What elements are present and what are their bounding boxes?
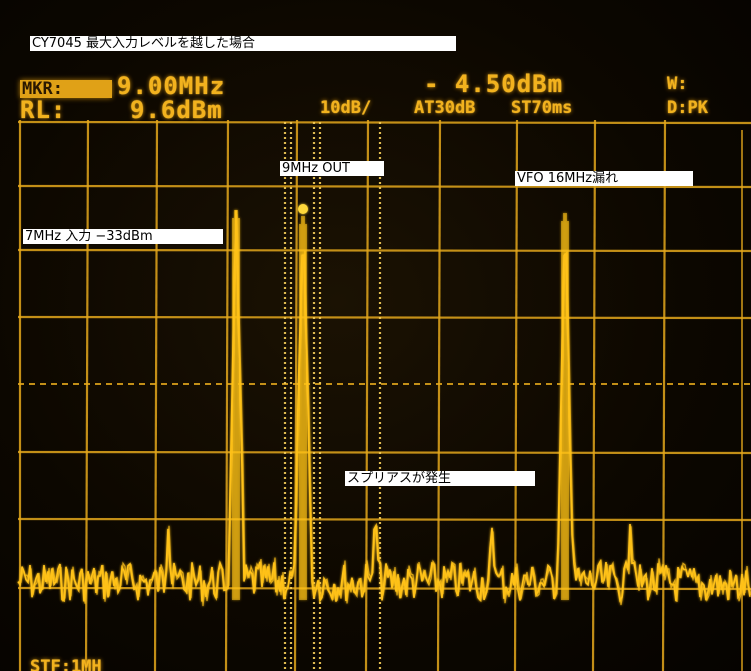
graticule-hline: [17, 450, 751, 455]
graticule-hline: [17, 315, 751, 320]
detector-mode: D:PK: [667, 98, 708, 118]
ref-label: RL:: [20, 96, 67, 124]
scale-per-div: 10dB/: [320, 98, 372, 118]
spectrum-trace: [17, 210, 751, 604]
marker-dot: [298, 204, 308, 214]
marker-level: - 4.50dBm: [424, 70, 564, 98]
spurious-annotation: スプリアスが発生: [345, 471, 535, 486]
input-annotation: 7MHz 入力 −33dBm: [23, 229, 223, 244]
trace-layer: [17, 204, 751, 607]
graticule-hline: [17, 120, 751, 125]
bottom-readout: STF:1MH: [30, 657, 102, 671]
output-annotation: 9MHz OUT: [280, 161, 384, 176]
spectrum-trace-echo: [18, 214, 751, 607]
graticule-hline: [17, 517, 751, 522]
vfo-leak-annotation: VFO 16MHz漏れ: [515, 171, 693, 186]
analyzer-screen: [17, 119, 751, 671]
graticule-hline: [17, 184, 751, 189]
sweep-time: ST70ms: [511, 98, 573, 118]
spectrum-analyzer-photo: CY7045 最大入力レベルを越した場合 MKR: 9.00MHz - 4.50…: [0, 0, 751, 671]
graticule-hline: [17, 248, 751, 253]
ref-level: 9.6dBm: [130, 96, 223, 124]
attenuation: AT30dB: [414, 98, 476, 118]
photo-caption: CY7045 最大入力レベルを越した場合: [30, 36, 456, 51]
w-label: W:: [667, 74, 688, 94]
